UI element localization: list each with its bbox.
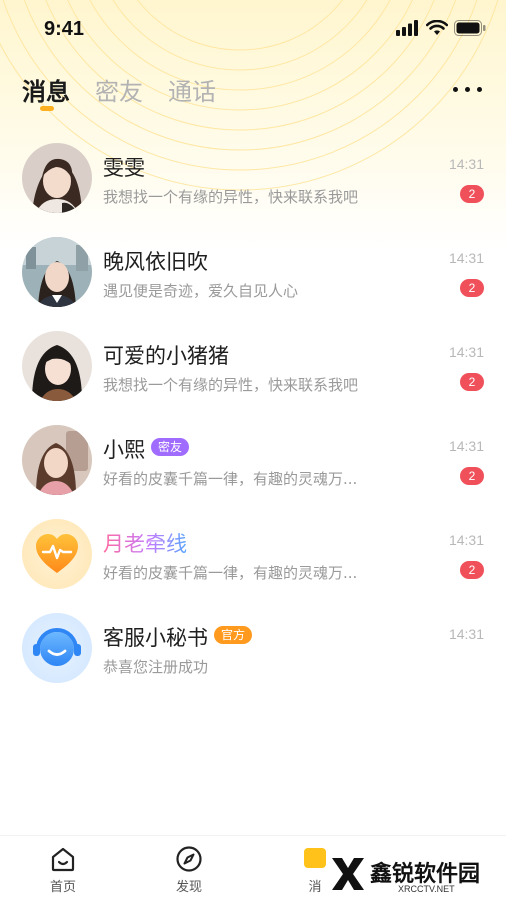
avatar[interactable] [22,519,92,589]
message-preview: 好看的皮囊千篇一律，有趣的灵魂万... [103,470,358,488]
heart-pulse-icon [22,519,92,589]
contact-name: 可爱的小猪猪 [103,344,229,368]
contact-name: 晚风依旧吹 [103,250,208,274]
x-logo-icon [332,858,364,890]
watermark-subtext: XRCCTV.NET [398,884,455,894]
unread-badge: 2 [460,467,484,485]
name-row: 晚风依旧吹 [103,246,208,274]
nav-discover[interactable]: 发现 [159,844,219,896]
name-row: 客服小秘书 官方 [103,622,253,650]
avatar[interactable] [22,425,92,495]
unread-badge: 2 [460,279,484,297]
contact-name: 月老牵线 [103,532,187,556]
message-time: 14:31 [448,438,484,454]
avatar[interactable] [22,613,92,683]
signal-icon [396,20,418,36]
wifi-icon [426,20,448,35]
message-preview: 恭喜您注册成功 [103,658,209,676]
home-icon [51,847,75,872]
tab-messages[interactable]: 消息 [22,72,70,107]
name-row: 小熙 密友 [103,434,190,462]
close-friend-tag: 密友 [151,438,190,456]
conversation-item[interactable]: 小熙 密友 好看的皮囊千篇一律，有趣的灵魂万... 14:31 2 [0,413,506,507]
message-time: 14:31 [448,344,484,360]
active-tab-indicator [40,106,54,111]
girl-photo-3 [22,331,92,401]
name-row: 月老牵线 [103,528,187,556]
conversation-item[interactable]: 可爱的小猪猪 我想找一个有缘的异性，快来联系我吧 14:31 2 [0,319,506,413]
conversation-item[interactable]: 晚风依旧吹 遇见便是奇迹，爱久自见人心 14:31 2 [0,225,506,319]
unread-badge: 2 [460,561,484,579]
message-time: 14:31 [448,156,484,172]
avatar[interactable] [22,143,92,213]
contact-name: 客服小秘书 [103,626,208,650]
compass-icon [176,846,202,872]
headset-smile-icon [22,613,92,683]
name-row: 可爱的小猪猪 [103,340,229,368]
more-options-icon[interactable] [452,84,484,96]
unread-badge: 2 [460,185,484,203]
tab-calls[interactable]: 通话 [168,72,216,107]
official-tag: 官方 [214,626,253,644]
unread-badge: 2 [460,373,484,391]
message-time: 14:31 [448,250,484,266]
message-preview: 遇见便是奇迹，爱久自见人心 [103,282,299,300]
message-time: 14:31 [448,532,484,548]
message-preview: 我想找一个有缘的异性，快来联系我吧 [103,376,359,394]
nav-label: 发现 [175,880,202,895]
name-row: 雯雯 [103,152,145,180]
contact-name: 小熙 [103,438,145,462]
status-time: 9:41 [44,18,85,40]
watermark: 鑫锐软件园 XRCCTV.NET [326,852,506,900]
contact-name: 雯雯 [103,156,145,180]
girl-photo-1 [22,143,92,213]
nav-home[interactable]: 首页 [33,844,93,896]
tab-close-friends[interactable]: 密友 [95,72,143,107]
conversation-item[interactable]: 月老牵线 好看的皮囊千篇一律，有趣的灵魂万... 14:31 2 [0,507,506,601]
battery-icon [454,20,486,36]
girl-photo-2 [22,237,92,307]
girl-photo-4 [22,425,92,495]
avatar[interactable] [22,237,92,307]
status-bar: 9:41 [0,0,506,60]
avatar[interactable] [22,331,92,401]
message-time: 14:31 [448,626,484,642]
conversation-item[interactable]: 雯雯 我想找一个有缘的异性，快来联系我吧 14:31 2 [0,131,506,225]
conversation-item[interactable]: 客服小秘书 官方 恭喜您注册成功 14:31 [0,601,506,695]
message-preview: 我想找一个有缘的异性，快来联系我吧 [103,188,359,206]
message-preview: 好看的皮囊千篇一律，有趣的灵魂万... [103,564,358,582]
nav-label: 首页 [49,880,76,895]
